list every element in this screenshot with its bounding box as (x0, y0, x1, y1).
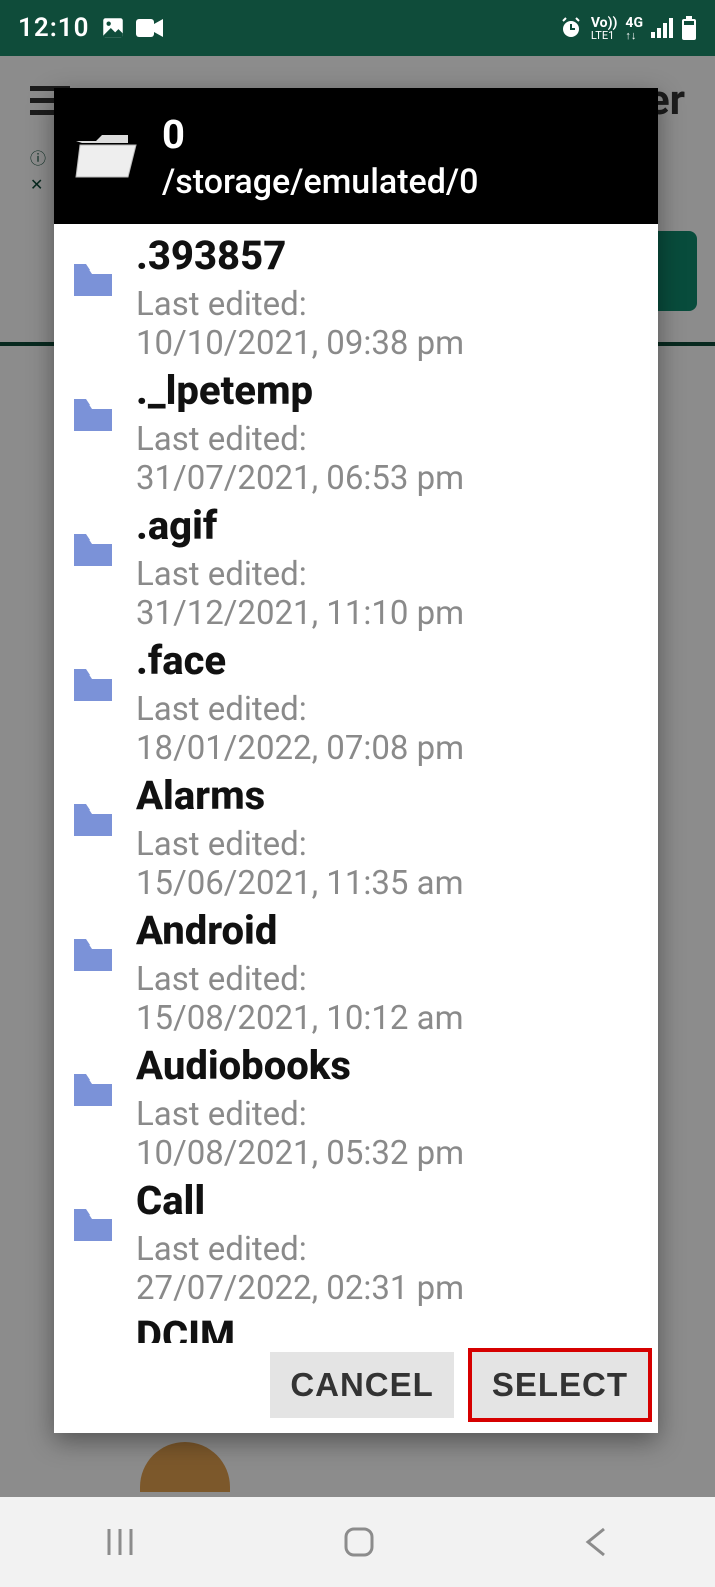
last-edited-date: 27/07/2022, 02:31 pm (136, 1269, 640, 1308)
last-edited-date: 10/10/2021, 09:38 pm (136, 324, 640, 363)
folder-name: .face (136, 633, 640, 684)
cancel-button[interactable]: CANCEL (270, 1352, 454, 1418)
current-dir-name: 0 (162, 111, 479, 158)
recents-button[interactable] (103, 1525, 137, 1559)
last-edited-label: Last edited: (136, 420, 640, 459)
folder-item[interactable]: Audiobooks Last edited: 10/08/2021, 05:3… (54, 1038, 658, 1173)
last-edited-date: 15/08/2021, 10:12 am (136, 999, 640, 1038)
last-edited-label: Last edited: (136, 960, 640, 999)
folder-item[interactable]: Alarms Last edited: 15/06/2021, 11:35 am (54, 768, 658, 903)
folder-icon (72, 1207, 114, 1243)
last-edited-label: Last edited: (136, 1095, 640, 1134)
folder-name: .agif (136, 498, 640, 549)
signal-icon (651, 18, 673, 38)
volte-indicator: Vo)) LTE1 (591, 16, 618, 41)
last-edited-date: 15/06/2021, 11:35 am (136, 864, 640, 903)
folder-icon (72, 262, 114, 298)
last-edited-date: 31/12/2021, 11:10 pm (136, 594, 640, 633)
folder-item[interactable]: .agif Last edited: 31/12/2021, 11:10 pm (54, 498, 658, 633)
file-picker-dialog: 0 /storage/emulated/0 .393857 Last edite… (54, 88, 658, 1433)
current-path: /storage/emulated/0 (162, 162, 479, 202)
last-edited-date: 18/01/2022, 07:08 pm (136, 729, 640, 768)
folder-item[interactable]: ._lpetemp Last edited: 31/07/2021, 06:53… (54, 363, 658, 498)
last-edited-label: Last edited: (136, 1230, 640, 1269)
folder-name: Call (136, 1173, 640, 1224)
system-nav-bar (0, 1497, 715, 1587)
last-edited-label: Last edited: (136, 825, 640, 864)
folder-icon (72, 1072, 114, 1108)
image-icon (100, 15, 126, 41)
status-bar: 12:10 Vo)) LTE1 4G ↑↓ (0, 0, 715, 56)
folder-name: Android (136, 903, 640, 954)
folder-icon (72, 937, 114, 973)
last-edited-date: 31/07/2021, 06:53 pm (136, 459, 640, 498)
back-button[interactable] (582, 1525, 612, 1559)
folder-item[interactable]: .393857 Last edited: 10/10/2021, 09:38 p… (54, 228, 658, 363)
folder-list[interactable]: .393857 Last edited: 10/10/2021, 09:38 p… (54, 224, 658, 1343)
folder-name: DCIM (136, 1308, 640, 1343)
last-edited-label: Last edited: (136, 690, 640, 729)
folder-item[interactable]: DCIM Last edited: (54, 1308, 658, 1343)
folder-name: Alarms (136, 768, 640, 819)
folder-item[interactable]: Call Last edited: 27/07/2022, 02:31 pm (54, 1173, 658, 1308)
folder-item[interactable]: .face Last edited: 18/01/2022, 07:08 pm (54, 633, 658, 768)
status-left: 12:10 (18, 13, 164, 43)
network-gen: 4G ↑↓ (625, 16, 643, 41)
select-button[interactable]: SELECT (472, 1352, 648, 1418)
dialog-actions: CANCEL SELECT (54, 1343, 658, 1433)
home-button[interactable] (342, 1525, 376, 1559)
last-edited-label: Last edited: (136, 285, 640, 324)
folder-icon (72, 532, 114, 568)
video-icon (136, 17, 164, 39)
open-folder-icon (74, 131, 138, 181)
folder-icon (72, 397, 114, 433)
last-edited-label: Last edited: (136, 555, 640, 594)
status-right: Vo)) LTE1 4G ↑↓ (559, 16, 697, 41)
folder-icon (72, 667, 114, 703)
folder-name: .393857 (136, 228, 640, 279)
dialog-header[interactable]: 0 /storage/emulated/0 (54, 88, 658, 224)
folder-name: Audiobooks (136, 1038, 640, 1089)
status-time: 12:10 (18, 13, 90, 43)
folder-name: ._lpetemp (136, 363, 640, 414)
battery-icon (681, 16, 697, 40)
folder-item[interactable]: Android Last edited: 15/08/2021, 10:12 a… (54, 903, 658, 1038)
folder-icon (72, 802, 114, 838)
last-edited-date: 10/08/2021, 05:32 pm (136, 1134, 640, 1173)
alarm-icon (559, 16, 583, 40)
